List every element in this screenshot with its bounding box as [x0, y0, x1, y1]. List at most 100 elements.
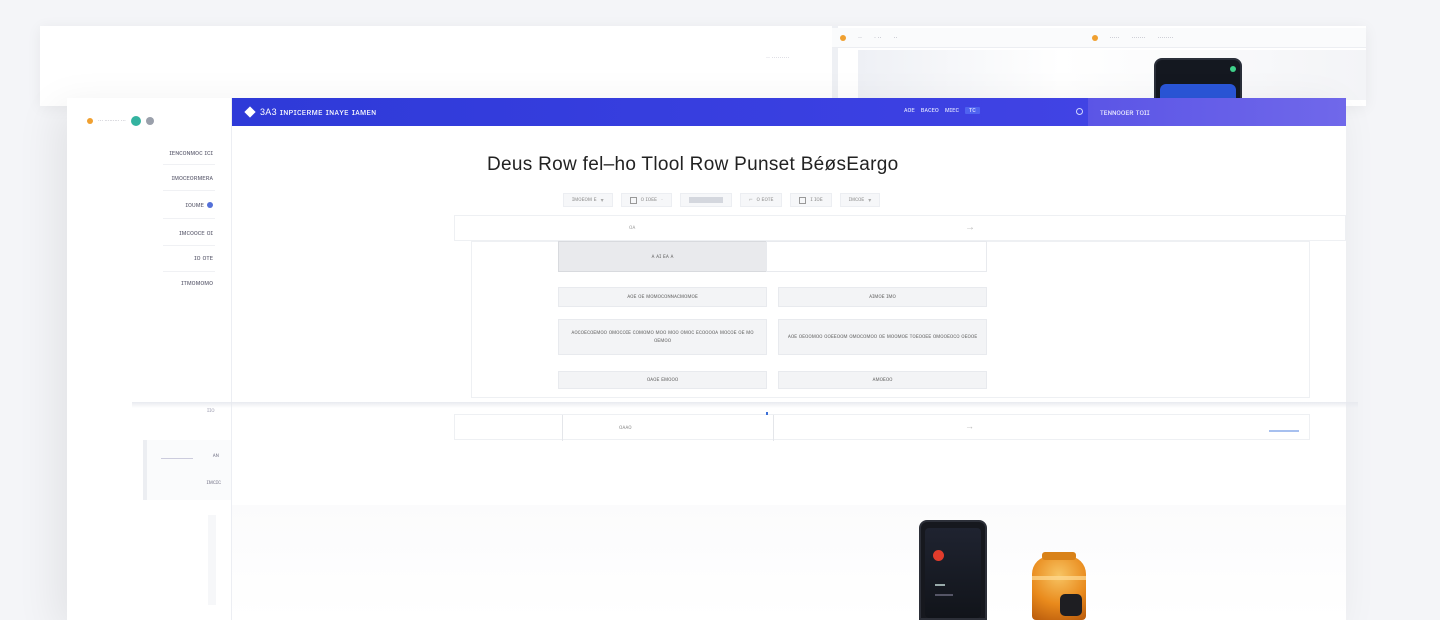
checkbox-icon — [629, 196, 637, 204]
grid-cell[interactable]: ᴀᴏᴄᴏᴇᴄᴏᴇᴍᴏᴏ ᴏᴍᴏᴄᴏɪᴇ ᴄᴏᴍᴏᴍᴏ ᴍᴏᴏ ᴍᴏᴏ ᴏᴍᴏᴄ … — [558, 319, 767, 355]
dot-icon: · — [660, 197, 663, 203]
record-icon — [933, 550, 944, 561]
brand[interactable]: 3A3 ɪɴᴘɪᴄᴇʀᴍᴇ ɪɴᴀʏᴇ ɪᴀᴍᴇɴ — [232, 106, 377, 118]
top-navbar: 3A3 ɪɴᴘɪᴄᴇʀᴍᴇ ɪɴᴀʏᴇ ɪᴀᴍᴇɴ ᴀᴏᴇ ʙᴀᴄᴇᴏ ᴍɪᴇᴄ… — [232, 98, 1346, 126]
grid-cell-text: ᴀᴍᴏᴇᴏᴏ — [872, 377, 893, 383]
device-icon — [1060, 594, 1082, 616]
logo-dot-icon — [87, 118, 93, 124]
toolbar-label: ɪᴍᴄᴏᴇ — [848, 197, 865, 203]
search-icon[interactable] — [1076, 108, 1083, 115]
sidebar-item-2[interactable]: ɪᴍᴏᴄᴇᴏʀᴍᴇʀᴀ — [172, 175, 213, 182]
grid-cell-selected[interactable]: ᴀ ᴀɪ ᴇᴀ ᴀ — [558, 241, 767, 272]
grid-cell[interactable]: ᴀᴏᴇ ᴏᴇᴏᴏᴍᴏᴏ ᴏᴏᴇᴇᴏᴏᴍ ᴏᴍᴏᴄᴏᴍᴏᴏ ᴏᴇ ᴍᴏᴏᴍᴏᴇ ᴛ… — [778, 319, 987, 355]
background-note: ·· ········· — [766, 55, 790, 61]
top-nav-pill[interactable]: ᴛᴄ — [965, 107, 980, 114]
grid-cell-text: ᴀ ᴀɪ ᴇᴀ ᴀ — [651, 253, 674, 260]
toolbar-label: ᴏ ɪᴏᴇᴇ — [640, 197, 657, 203]
sidebar-divider — [163, 218, 215, 219]
top-nav-link[interactable]: ᴀᴏᴇ — [904, 107, 915, 114]
background-link: ·· — [893, 34, 898, 41]
grid-cell-text: ᴀᴏᴇ ᴏᴇ ᴍᴏᴍᴏᴄᴏɴɴᴀᴄᴍᴏᴍᴏᴇ — [627, 294, 698, 300]
text-input[interactable]: ᴏᴀᴀᴏ — [562, 415, 774, 441]
arrow-right-icon[interactable]: → — [965, 421, 974, 431]
toolbar-box[interactable]: ɪ ɪᴏᴇ — [790, 193, 832, 207]
sidebar-small-label: ɪɪᴏ — [207, 408, 215, 414]
sidebar-divider — [163, 164, 215, 165]
sidebar-footer-value: ᴀɴ — [212, 453, 219, 459]
top-nav-link[interactable]: ᴍɪᴇᴄ — [945, 107, 959, 114]
toolbar-checkbox[interactable]: ᴏ ɪᴏᴇᴇ · — [620, 193, 672, 207]
background-hero — [858, 50, 1366, 100]
arrow-right-icon[interactable]: → — [965, 222, 975, 233]
toolbar-dropdown[interactable]: ɪᴍᴄᴏᴇ ▾ — [839, 193, 881, 207]
divider-line — [161, 458, 193, 459]
grid-cell-text: ᴀɪᴍᴏᴇ ɪᴍᴏ — [869, 294, 896, 300]
grid-cell[interactable]: ᴏᴀᴏᴇ ᴇᴍᴏᴏᴏ — [558, 371, 767, 389]
toggle-icon: ⌐ — [748, 197, 753, 203]
top-right-label: ᴛᴇɴɴᴏᴏᴇʀ ᴛᴏɪɪ — [1100, 107, 1150, 117]
phone-screen — [925, 528, 981, 618]
grid-cell-text: ᴀᴏᴇ ᴏᴇᴏᴏᴍᴏᴏ ᴏᴏᴇᴇᴏᴏᴍ ᴏᴍᴏᴄᴏᴍᴏᴏ ᴏᴇ ᴍᴏᴏᴍᴏᴇ ᴛ… — [787, 334, 978, 340]
grid-cell-text: ᴀᴏᴄᴏᴇᴄᴏᴇᴍᴏᴏ ᴏᴍᴏᴄᴏɪᴇ ᴄᴏᴍᴏᴍᴏ ᴍᴏᴏ ᴍᴏᴏ ᴏᴍᴏᴄ … — [571, 330, 754, 344]
background-topbar: ·· · ·· ·· ····· ······· ········ — [832, 28, 1366, 48]
jar-band — [1032, 576, 1086, 580]
sidebar-item-4[interactable]: ɪᴍᴄᴏᴏᴄᴇ ᴏɪ — [179, 230, 213, 237]
toolbar-bar[interactable] — [679, 193, 732, 207]
background-link: ·· — [858, 34, 862, 41]
page-title: Deus Row fel–ho Tlool Row Punset BéøsEar… — [487, 154, 899, 175]
grid-cell[interactable]: ᴀᴍᴏᴇᴏᴏ — [778, 371, 987, 389]
phone-text-line — [935, 584, 945, 586]
grid-cell[interactable]: ᴀɪᴍᴏᴇ ɪᴍᴏ — [778, 287, 987, 307]
sidebar-item-1[interactable]: ɪᴇɴᴄᴏɴᴍᴏᴄ ɪᴄɪ — [169, 150, 213, 157]
sidebar-item-label: ɪᴏᴜᴍᴇ — [185, 202, 204, 209]
toolbar-label: ᴏ ᴇᴏᴛᴇ — [756, 197, 774, 203]
phone-text-line — [935, 594, 953, 596]
diamond-logo-icon — [244, 106, 256, 118]
cursor-marker — [766, 412, 768, 415]
left-strip — [208, 515, 216, 605]
chevron-down-icon: ▾ — [600, 197, 604, 204]
sidebar-divider — [163, 245, 215, 246]
camera-icon — [1230, 66, 1236, 72]
avatar[interactable] — [130, 116, 141, 126]
jar-cap — [1042, 552, 1076, 560]
grid-cell[interactable]: ᴀᴏᴇ ᴏᴇ ᴍᴏᴍᴏᴄᴏɴɴᴀᴄᴍᴏᴍᴏᴇ — [558, 287, 767, 307]
lower-area — [232, 505, 1346, 620]
phone-image — [1154, 58, 1242, 102]
brand-name: 3A3 ɪɴᴘɪᴄᴇʀᴍᴇ ɪɴᴀʏᴇ ɪᴀᴍᴇɴ — [260, 107, 377, 117]
table-header-row[interactable]: ᴏᴀ → — [454, 215, 1346, 241]
toolbar-dropdown[interactable]: ɪᴍᴏᴇᴏᴍ ᴇ ▾ — [563, 193, 613, 207]
sidebar-item-5[interactable]: ɪᴏ ᴏᴛᴇ — [194, 255, 213, 262]
background-link: ····· — [1109, 34, 1120, 41]
sidebar-item-6[interactable]: ɪᴛᴍᴏᴍᴏᴍᴏ — [181, 280, 213, 287]
chevron-down-icon: ▾ — [868, 197, 872, 204]
orange-dot-icon — [1091, 34, 1098, 41]
sidebar-divider — [163, 271, 215, 272]
background-link: · ·· — [874, 34, 882, 41]
orange-dot-icon — [840, 34, 846, 41]
content-panel: ᴀ ᴀɪ ᴇᴀ ᴀ ᴀᴏᴇ ᴏᴇ ᴍᴏᴍᴏᴄᴏɴɴᴀᴄᴍᴏᴍᴏᴇ ᴀɪᴍᴏᴇ ɪ… — [471, 241, 1310, 398]
highlight-marker — [1269, 430, 1299, 432]
grid-cell-text: ᴏᴀᴏᴇ ᴇᴍᴏᴏᴏ — [646, 377, 679, 383]
sidebar-header-text: ··· ········· ··· — [98, 118, 126, 124]
background-link: ········ — [1157, 34, 1174, 41]
globe-icon — [207, 202, 213, 209]
gear-icon[interactable] — [145, 117, 154, 125]
toolbar-toggle[interactable]: ⌐ ᴏ ᴇᴏᴛᴇ — [739, 193, 783, 207]
sidebar-header: ··· ········· ··· — [87, 112, 217, 130]
grid-cell-empty[interactable] — [766, 241, 987, 272]
top-nav-links: ᴀᴏᴇ ʙᴀᴄᴇᴏ ᴍɪᴇᴄ ᴛᴄ — [904, 107, 980, 114]
fade-band — [132, 402, 1358, 408]
bar-icon — [688, 197, 723, 203]
sidebar-divider — [163, 190, 215, 191]
toolbar-label: ɪ ɪᴏᴇ — [810, 197, 823, 203]
background-link: ······· — [1131, 34, 1146, 41]
top-nav-link[interactable]: ʙᴀᴄᴇᴏ — [921, 107, 939, 114]
honey-jar-image — [1032, 552, 1086, 620]
box-icon — [799, 196, 807, 204]
sidebar-item-3[interactable]: ɪᴏᴜᴍᴇ — [186, 202, 213, 209]
toolbar-label: ɪᴍᴏᴇᴏᴍ ᴇ — [572, 197, 597, 203]
sidebar-footer: ᴀɴ ɪᴍᴄɪᴄ — [143, 440, 231, 500]
header-label: ᴏᴀ — [629, 225, 636, 231]
top-right-panel[interactable]: ᴛᴇɴɴᴏᴏᴇʀ ᴛᴏɪɪ — [1088, 98, 1346, 126]
